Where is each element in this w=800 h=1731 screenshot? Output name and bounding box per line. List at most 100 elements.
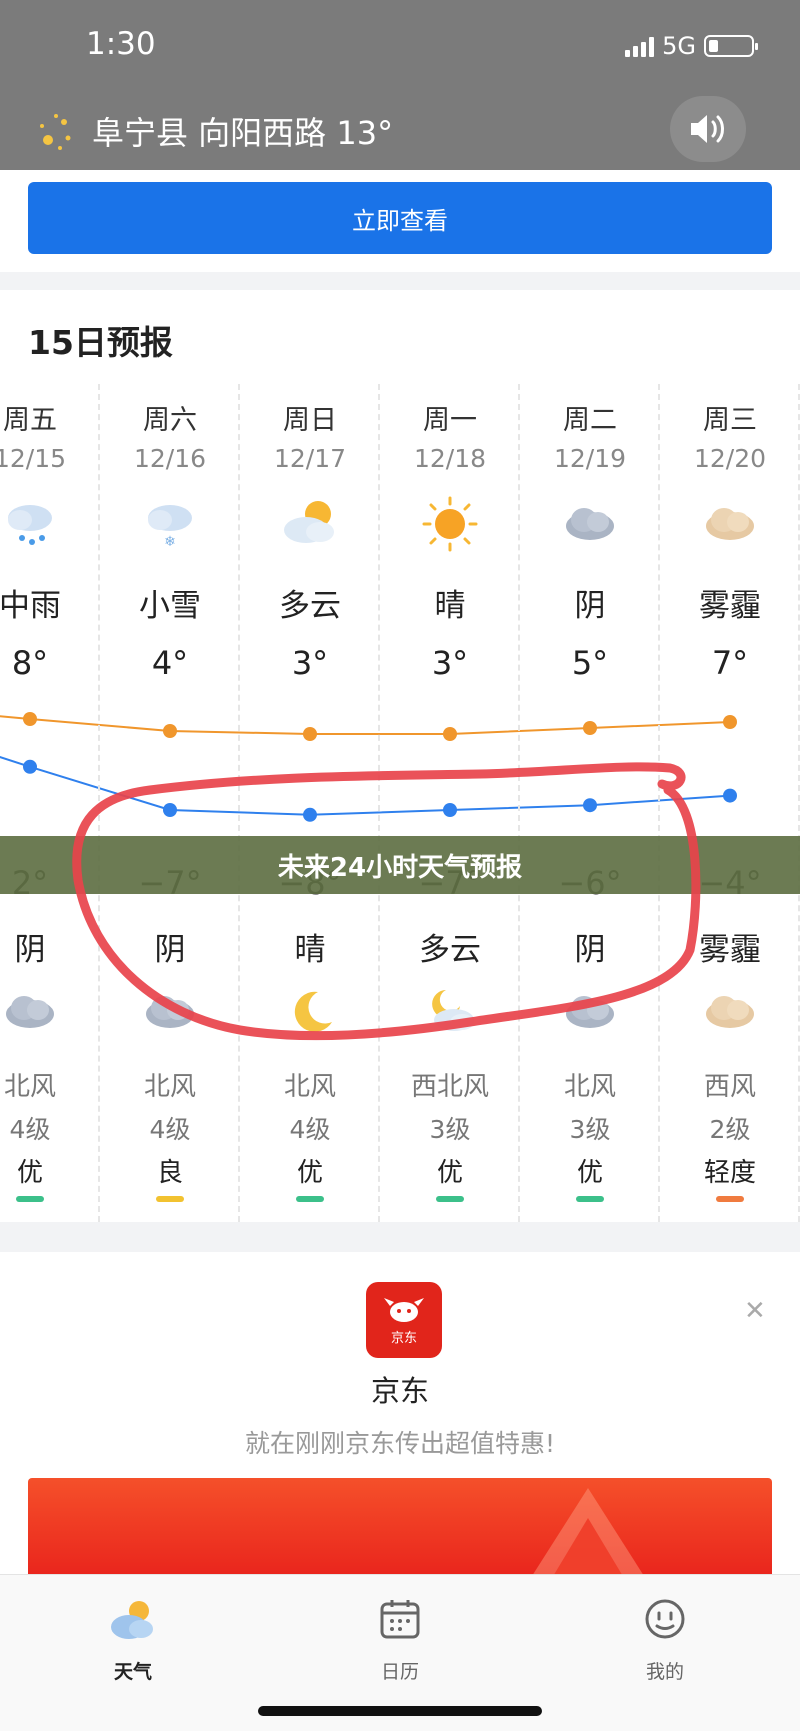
wind-direction: 西北风 — [410, 1072, 489, 1102]
location-title[interactable]: 阜宁县 向阳西路 13° — [92, 108, 393, 154]
nav-profile-label: 我的 — [645, 1661, 684, 1683]
day-of-week: 周五 — [3, 405, 57, 436]
nav-calendar[interactable]: 日历 — [340, 1593, 460, 1684]
high-temp: 8° — [11, 644, 49, 682]
day-weather: 中雨 — [0, 588, 61, 624]
forecast-day[interactable]: 周二12/19阴5°−6°阴北风3级优 — [520, 384, 660, 1222]
wind-direction: 北风 — [283, 1072, 336, 1102]
wind-level: 2级 — [709, 1115, 751, 1144]
air-quality: 良 — [156, 1158, 183, 1188]
home-indicator — [258, 1706, 542, 1716]
wind-direction: 西风 — [703, 1072, 756, 1102]
high-temp: 7° — [711, 644, 749, 682]
aqi-indicator — [156, 1196, 184, 1202]
ad-name: 京东 — [370, 1374, 429, 1408]
air-quality: 轻度 — [703, 1158, 756, 1188]
wind-level: 4级 — [149, 1115, 191, 1144]
bottom-nav: 天气 日历 我的 — [0, 1574, 800, 1731]
wind-level: 3级 — [569, 1115, 611, 1144]
forecast-day[interactable]: 周六12/16❄小雪4°−7°阴北风4级良 — [100, 384, 240, 1222]
forecast-columns[interactable]: 周五12/15中雨8°2°阴北风4级优周六12/16❄小雪4°−7°阴北风4级良… — [0, 384, 800, 1222]
header: 1:30 5G 阜宁县 向阳西路 13° — [0, 0, 800, 170]
wind-direction: 北风 — [3, 1072, 56, 1102]
profile-icon — [645, 1599, 685, 1639]
forecast-day[interactable]: 周三12/20雾霾7°−4°雾霾西风2级轻度 — [660, 384, 800, 1222]
high-temp: 4° — [151, 644, 189, 682]
ad-banner-image[interactable] — [28, 1478, 772, 1588]
nav-weather[interactable]: 天气 — [73, 1593, 193, 1684]
wind-level: 4级 — [289, 1115, 331, 1144]
night-weather: 雾霾 — [699, 932, 761, 968]
sun-icon — [422, 496, 478, 552]
air-quality: 优 — [296, 1158, 323, 1188]
day-weather: 多云 — [279, 588, 341, 624]
svg-text:❄: ❄ — [164, 534, 176, 550]
day-date: 12/15 — [0, 444, 67, 473]
nav-weather-label: 天气 — [113, 1661, 152, 1683]
high-temp: 3° — [291, 644, 329, 682]
forecast-day[interactable]: 周五12/15中雨8°2°阴北风4级优 — [0, 384, 100, 1222]
view-now-button[interactable]: 立即查看 — [28, 182, 772, 254]
status-time: 1:30 — [86, 26, 156, 62]
network-label: 5G — [662, 32, 696, 60]
day-weather: 晴 — [434, 588, 466, 624]
sun-sparkle-icon — [40, 114, 71, 150]
wind-direction: 北风 — [563, 1072, 616, 1102]
speaker-button[interactable] — [670, 96, 746, 162]
haze-icon — [706, 996, 754, 1028]
forecast-card: 15日预报 周五12/15中雨8°2°阴北风4级优周六12/16❄小雪4°−7°… — [0, 290, 800, 1222]
jd-dog-icon: 京东 — [384, 1298, 424, 1346]
aqi-indicator — [296, 1196, 324, 1202]
day-date: 12/18 — [413, 444, 487, 473]
aqi-indicator — [576, 1196, 604, 1202]
forecast-day[interactable]: 周一12/18晴3°−7°多云西北风3级优 — [380, 384, 520, 1222]
jd-logo-text: 京东 — [391, 1331, 417, 1346]
partly-cloudy-icon — [284, 501, 334, 543]
aqi-indicator — [436, 1196, 464, 1202]
cloud-icon — [566, 508, 614, 540]
ad-card[interactable]: 京东 京东 就在刚刚京东传出超值特惠! ✕ — [0, 1252, 800, 1588]
snow-cloud-icon: ❄ — [148, 505, 192, 550]
cloud-icon — [566, 996, 614, 1028]
high-temp: 5° — [571, 644, 609, 682]
wind-level: 4级 — [9, 1115, 51, 1144]
night-weather: 晴 — [294, 932, 326, 968]
speaker-icon — [691, 115, 724, 143]
aqi-indicator — [716, 1196, 744, 1202]
wind-level: 3级 — [429, 1115, 471, 1144]
day-of-week: 周日 — [283, 405, 337, 436]
day-date: 12/19 — [553, 444, 627, 473]
night-weather: 阴 — [14, 932, 46, 968]
day-date: 12/17 — [273, 444, 347, 473]
day-date: 12/16 — [133, 444, 207, 473]
night-weather: 阴 — [154, 932, 186, 968]
status-indicators: 5G — [625, 32, 758, 60]
day-weather: 小雪 — [139, 588, 201, 624]
air-quality: 优 — [16, 1158, 43, 1188]
day-weather: 阴 — [574, 588, 606, 624]
air-quality: 优 — [436, 1158, 463, 1188]
haze-icon — [706, 508, 754, 540]
weather-icon — [111, 1601, 153, 1639]
battery-icon — [704, 35, 758, 57]
moon-cloud-icon — [432, 990, 474, 1031]
cloud-icon — [6, 996, 54, 1028]
close-icon[interactable]: ✕ — [744, 1296, 766, 1326]
air-quality: 优 — [576, 1158, 603, 1188]
forecast-title: 15日预报 — [28, 323, 173, 362]
aqi-indicator — [16, 1196, 44, 1202]
jd-logo[interactable]: 京东 — [366, 1282, 442, 1358]
day-of-week: 周六 — [143, 405, 197, 436]
forecast-day[interactable]: 周日12/17多云3°−8°晴北风4级优 — [240, 384, 380, 1222]
night-weather: 阴 — [574, 932, 606, 968]
signal-icon — [625, 35, 655, 57]
day-weather: 雾霾 — [699, 588, 761, 624]
moon-icon — [294, 991, 332, 1032]
calendar-icon — [380, 1600, 420, 1639]
nav-profile[interactable]: 我的 — [605, 1593, 725, 1684]
day-date: 12/20 — [693, 444, 767, 473]
night-weather: 多云 — [419, 932, 481, 968]
overlay-banner: 未来24小时天气预报 — [0, 836, 800, 894]
day-of-week: 周一 — [423, 405, 477, 436]
day-of-week: 周二 — [563, 405, 617, 436]
